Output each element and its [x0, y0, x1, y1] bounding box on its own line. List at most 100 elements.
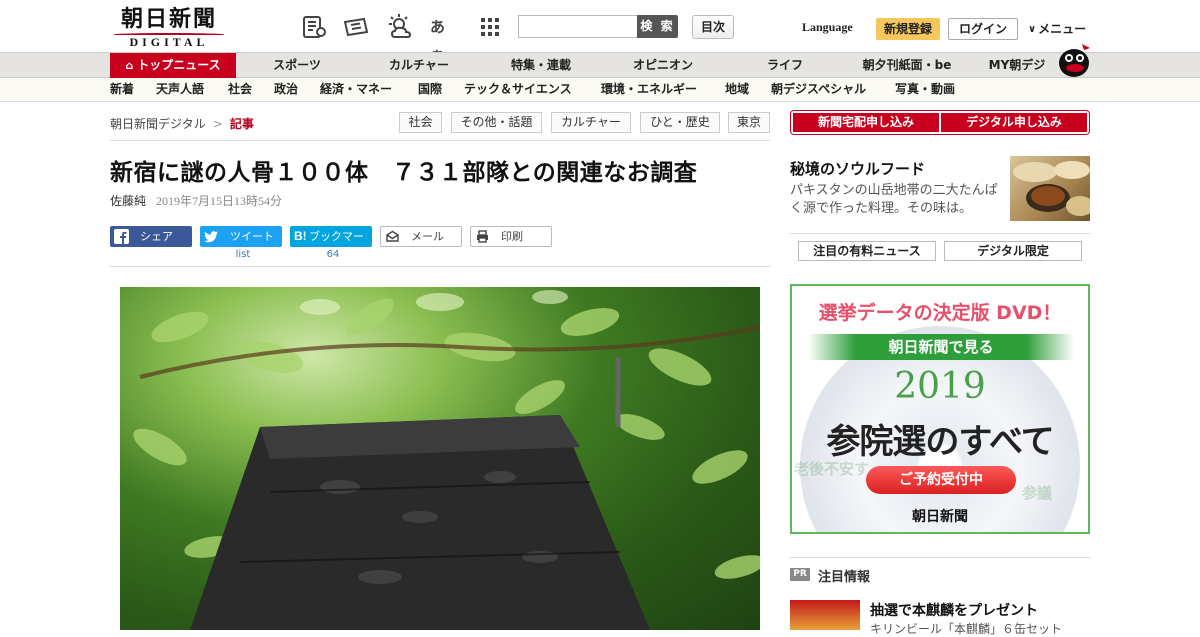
ticket-icon[interactable] [342, 13, 370, 41]
ad-background-text: 参議 [1022, 484, 1053, 502]
nav-top-news[interactable]: ⌂ トップニュース [110, 53, 236, 78]
nav-sports[interactable]: スポーツ [258, 53, 336, 78]
print-label: 印刷 [501, 230, 523, 243]
memorial-stone-illustration [190, 415, 650, 630]
menu-button[interactable]: ∨ メニュー [1028, 20, 1086, 37]
secondary-nav: 新着 天声人語 社会 政治 経済・マネー 国際 テック＆サイエンス 環境・エネル… [0, 78, 1200, 102]
nav2-photo-video[interactable]: 写真・動画 [895, 78, 955, 101]
hatena-bookmark-label: ブックマーク [309, 230, 364, 264]
divider [110, 266, 770, 267]
nav-opinion[interactable]: オピニオン [620, 53, 706, 78]
search-button[interactable]: 検 索 [637, 15, 678, 38]
divider [790, 557, 1090, 558]
chevron-down-icon: ∨ [1028, 24, 1037, 35]
nav2-latest[interactable]: 新着 [110, 78, 134, 101]
tag-other-topics[interactable]: その他・話題 [451, 112, 542, 133]
feature-thumbnail[interactable] [1010, 156, 1090, 221]
newspaper-icon[interactable] [300, 13, 328, 41]
facebook-share-label: シェア [140, 230, 173, 243]
logo-japanese: 朝日新聞 [120, 6, 217, 32]
nav2-society[interactable]: 社会 [228, 78, 252, 101]
dvd-advertisement[interactable]: 老後不安す 参議 選挙データの決定版 DVD！ 朝日新聞で見る 2019 参院選… [790, 284, 1090, 534]
promo-thumbnail[interactable] [790, 600, 860, 630]
nav2-tech-science[interactable]: テック＆サイエンス [464, 78, 572, 101]
nav-life[interactable]: ライフ [750, 53, 820, 78]
feature-text[interactable]: パキスタンの山岳地帯の二大たんぱく源で作った料理。その味は。 [790, 182, 1002, 218]
search-input[interactable] [518, 15, 638, 38]
breadcrumb-separator: > [212, 117, 223, 131]
twitter-tweet-button[interactable]: ツイート [200, 226, 282, 247]
breadcrumb-home[interactable]: 朝日新聞デジタル [110, 117, 206, 131]
article-photo[interactable] [120, 287, 760, 630]
breadcrumb-current: 記事 [229, 117, 254, 131]
breadcrumb: 朝日新聞デジタル > 記事 [110, 115, 254, 132]
print-button[interactable]: 印刷 [470, 226, 552, 247]
tag-people-history[interactable]: ひと・歴史 [640, 112, 720, 133]
ad-cta-button[interactable]: ご予約受付中 [866, 466, 1016, 494]
ad-brand-logo: 朝日新聞 [912, 509, 968, 525]
menu-label: メニュー [1038, 22, 1087, 36]
primary-nav: ⌂ トップニュース スポーツ カルチャー 特集・連載 オピニオン ライフ 朝夕刊紙… [0, 52, 1200, 78]
nav-features[interactable]: 特集・連載 [498, 53, 584, 78]
weather-icon[interactable] [386, 13, 414, 41]
hatena-bookmark-icon: B! [294, 229, 307, 243]
register-button[interactable]: 新規登録 [876, 18, 940, 40]
feature-title[interactable]: 秘境のソウルフード [790, 158, 925, 179]
publish-date: 2019年7月15日13時54分 [156, 194, 283, 208]
nav-print-edition[interactable]: 朝夕刊紙面・be [854, 53, 960, 78]
ad-banner: 朝日新聞で見る [808, 334, 1074, 360]
subscribe-paper-button[interactable]: 新聞宅配申し込み [793, 113, 939, 132]
site-header: 朝日新聞 DIGITAL あぁ 検 索 目次 Language 新規登録 ログイ… [0, 0, 1200, 64]
language-link[interactable]: Language [802, 20, 853, 35]
twitter-count[interactable]: list [200, 249, 286, 260]
nav2-region[interactable]: 地域 [725, 78, 749, 101]
nav2-economy[interactable]: 経済・マネー [320, 78, 392, 101]
promo-title[interactable]: 抽選で本麒麟をプレゼント [870, 600, 1038, 620]
tab-featured-paid-news[interactable]: 注目の有料ニュース [798, 241, 936, 261]
asahi-digital-logo[interactable]: 朝日新聞 DIGITAL [110, 6, 228, 49]
printer-icon [477, 230, 488, 243]
tab-digital-only[interactable]: デジタル限定 [944, 241, 1082, 261]
tag-culture[interactable]: カルチャー [551, 112, 631, 133]
mail-share-button[interactable]: メール [380, 226, 462, 247]
pr-section-title: 注目情報 [818, 570, 871, 585]
byline: 佐藤純 2019年7月15日13時54分 [110, 192, 282, 209]
mail-label: メール [411, 230, 444, 243]
subscribe-digital-button[interactable]: デジタル申し込み [941, 113, 1087, 132]
nav2-environment[interactable]: 環境・エネルギー [601, 78, 697, 101]
hatena-bookmark-button[interactable]: B! ブックマーク [290, 226, 372, 264]
ad-title: 参院選のすべて [826, 422, 1054, 462]
font-size-icon[interactable]: あぁ [430, 13, 458, 64]
nav2-special[interactable]: 朝デジスペシャル [771, 78, 866, 101]
promo-subtitle[interactable]: キリンビール「本麒麟」６缶セット [870, 620, 1062, 637]
nav-my-asadigi[interactable]: MY朝デジ [982, 53, 1052, 78]
ad-headline: 選挙データの決定版 DVD！ [818, 302, 1062, 324]
author-name[interactable]: 佐藤純 [110, 194, 146, 208]
nav-top-news-label: トップニュース [137, 58, 221, 72]
nav2-international[interactable]: 国際 [418, 78, 442, 101]
nav-culture[interactable]: カルチャー [376, 53, 462, 78]
mail-icon [386, 230, 399, 242]
nav2-tenseijingo[interactable]: 天声人語 [156, 78, 204, 101]
facebook-icon [114, 229, 129, 244]
tag-tokyo[interactable]: 東京 [728, 112, 770, 133]
apps-grid-icon[interactable] [476, 13, 504, 41]
article-headline: 新宿に謎の人骨１００体 ７３１部隊との関連なお調査 [110, 160, 698, 186]
logo-english: DIGITAL [129, 35, 209, 49]
subscribe-buttons: 新聞宅配申し込み デジタル申し込み [790, 110, 1090, 135]
facebook-share-button[interactable]: シェア [110, 226, 192, 247]
twitter-tweet-label: ツイート [230, 230, 274, 243]
hatena-count[interactable]: 64 [290, 249, 376, 260]
nav2-politics[interactable]: 政治 [274, 78, 298, 101]
soul-food-illustration [1013, 161, 1090, 216]
home-icon: ⌂ [125, 59, 134, 72]
ad-year: 2019 [894, 366, 986, 407]
toc-button[interactable]: 目次 [692, 15, 734, 39]
divider [110, 140, 770, 141]
mascot-icon [1059, 44, 1090, 77]
twitter-icon [204, 231, 218, 243]
pr-badge: PR [790, 568, 810, 581]
login-button[interactable]: ログイン [948, 18, 1018, 40]
tag-society[interactable]: 社会 [399, 112, 442, 133]
divider [790, 233, 1090, 234]
